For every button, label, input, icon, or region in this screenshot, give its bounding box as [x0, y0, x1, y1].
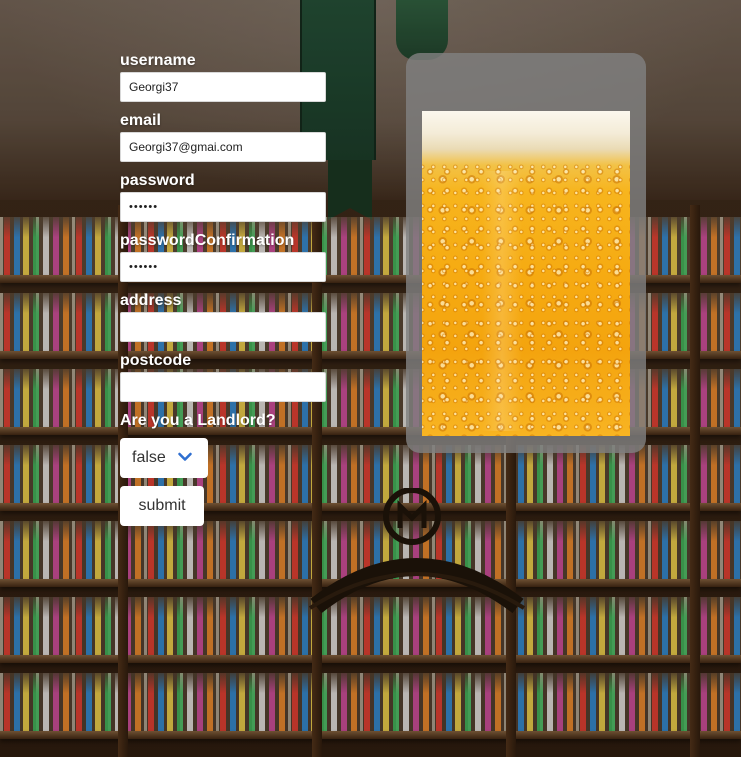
- beer-glass-image: [422, 111, 630, 436]
- submit-button[interactable]: submit: [120, 486, 204, 526]
- postcode-label: postcode: [120, 352, 192, 369]
- landlord-select-value: false: [132, 449, 166, 466]
- image-card: [406, 53, 646, 453]
- landlord-select[interactable]: false: [120, 438, 208, 478]
- postcode-input[interactable]: [120, 372, 326, 402]
- landlord-label: Are you a Landlord?: [120, 412, 276, 429]
- email-label: email: [120, 112, 161, 129]
- password-confirmation-input[interactable]: [120, 252, 326, 282]
- registration-form: username email password passwordConfirma…: [120, 50, 326, 526]
- password-label: password: [120, 172, 195, 189]
- email-input[interactable]: [120, 132, 326, 162]
- address-label: address: [120, 292, 182, 309]
- address-input[interactable]: [120, 312, 326, 342]
- password-confirmation-label: passwordConfirmation: [120, 232, 295, 249]
- username-input[interactable]: [120, 72, 326, 102]
- chevron-down-icon: [178, 452, 192, 461]
- password-input[interactable]: [120, 192, 326, 222]
- username-label: username: [120, 52, 196, 69]
